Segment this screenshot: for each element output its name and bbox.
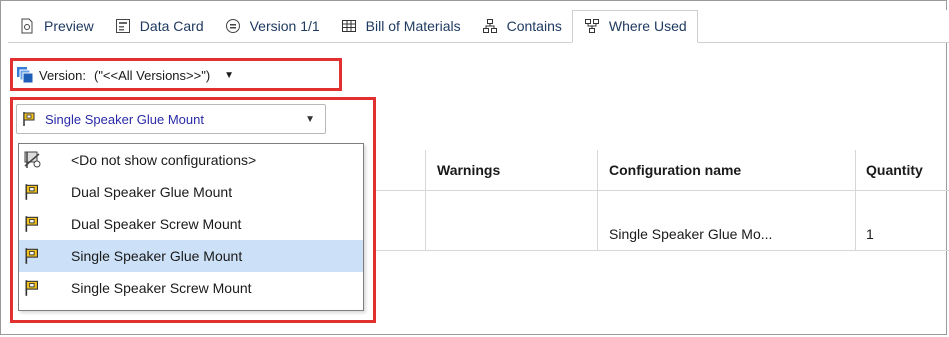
chevron-down-icon[interactable]: ▼ bbox=[224, 70, 234, 81]
tab-label: Version 1/1 bbox=[249, 18, 320, 34]
column-header-configuration-name[interactable]: Configuration name bbox=[609, 162, 741, 178]
tab-bill-of-materials[interactable]: Bill of Materials bbox=[330, 10, 471, 42]
config-flag-icon bbox=[23, 214, 43, 234]
data-card-icon bbox=[114, 17, 132, 35]
chevron-down-icon[interactable]: ▼ bbox=[305, 114, 315, 125]
tab-version[interactable]: Version 1/1 bbox=[214, 10, 330, 42]
config-option-label: Dual Speaker Glue Mount bbox=[71, 184, 233, 200]
table-icon bbox=[340, 17, 358, 35]
config-option-dual-screw[interactable]: Dual Speaker Screw Mount bbox=[19, 208, 363, 240]
tab-contains[interactable]: Contains bbox=[471, 10, 572, 42]
configuration-selected-value: Single Speaker Glue Mount bbox=[45, 111, 204, 127]
configuration-dropdown[interactable]: Single Speaker Glue Mount ▼ bbox=[16, 104, 326, 134]
version-label: Version: bbox=[39, 67, 86, 83]
column-divider bbox=[425, 150, 426, 250]
preview-icon bbox=[18, 17, 36, 35]
tab-label: Preview bbox=[44, 18, 94, 34]
tab-preview[interactable]: Preview bbox=[8, 10, 104, 42]
tab-label: Contains bbox=[506, 18, 562, 34]
config-flag-icon bbox=[21, 110, 39, 128]
column-header-quantity[interactable]: Quantity bbox=[866, 162, 923, 178]
hierarchy-icon bbox=[481, 17, 499, 35]
config-flag-icon bbox=[23, 182, 43, 202]
config-option-dual-glue[interactable]: Dual Speaker Glue Mount bbox=[19, 176, 363, 208]
header-divider bbox=[376, 190, 949, 191]
configuration-dropdown-list: <Do not show configurations> Dual Speake… bbox=[18, 143, 364, 311]
config-option-label: Single Speaker Glue Mount bbox=[71, 248, 243, 264]
config-flag-icon bbox=[23, 278, 43, 298]
config-option-single-glue[interactable]: Single Speaker Glue Mount bbox=[19, 240, 363, 272]
column-header-warnings[interactable]: Warnings bbox=[437, 162, 500, 178]
tab-data-card[interactable]: Data Card bbox=[104, 10, 214, 42]
column-divider bbox=[855, 150, 856, 250]
version-value: ("<<All Versions>>") bbox=[93, 67, 211, 83]
tab-label: Where Used bbox=[608, 18, 687, 34]
tab-bar: Preview Data Card Version 1/1 Bill of Ma… bbox=[8, 9, 949, 43]
version-icon bbox=[224, 17, 242, 35]
where-used-icon bbox=[583, 17, 601, 35]
tab-label: Bill of Materials bbox=[365, 18, 461, 34]
table-cell-quantity[interactable]: 1 bbox=[866, 226, 874, 242]
tab-where-used[interactable]: Where Used bbox=[571, 9, 698, 43]
no-config-icon bbox=[23, 150, 43, 170]
versions-icon bbox=[16, 66, 34, 84]
config-option-label: Dual Speaker Screw Mount bbox=[71, 216, 242, 232]
row-divider bbox=[376, 250, 949, 251]
tab-label: Data Card bbox=[139, 18, 204, 34]
config-option-label: <Do not show configurations> bbox=[71, 152, 257, 168]
config-option-label: Single Speaker Screw Mount bbox=[71, 280, 252, 296]
version-selector[interactable]: Version: ("<<All Versions>>") ▼ bbox=[16, 62, 234, 88]
config-flag-icon bbox=[23, 246, 43, 266]
config-option-single-screw[interactable]: Single Speaker Screw Mount bbox=[19, 272, 363, 304]
config-option-do-not-show[interactable]: <Do not show configurations> bbox=[19, 144, 363, 176]
column-divider bbox=[597, 150, 598, 250]
table-cell-configuration-name[interactable]: Single Speaker Glue Mo... bbox=[609, 226, 772, 242]
